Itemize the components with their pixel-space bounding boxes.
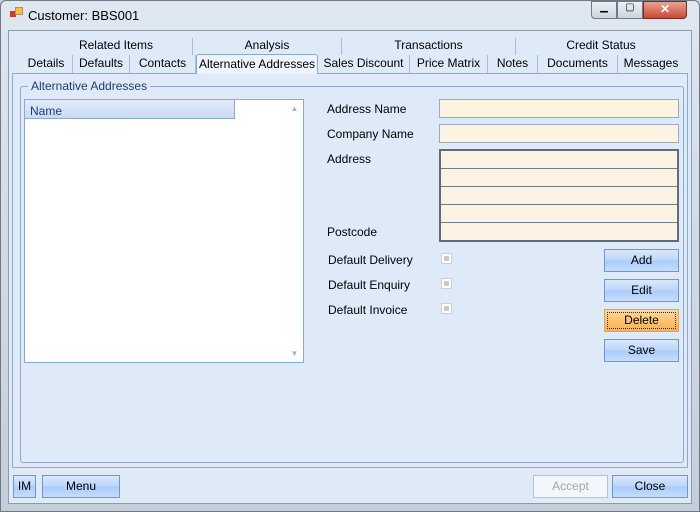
- window-title: Customer: BBS001: [28, 8, 140, 23]
- tab-transactions[interactable]: Transactions: [342, 38, 516, 55]
- delete-button[interactable]: Delete: [604, 309, 679, 332]
- tab-messages[interactable]: Messages: [618, 55, 684, 73]
- tab-price-matrix[interactable]: Price Matrix: [410, 55, 488, 73]
- accept-button[interactable]: Accept: [533, 475, 608, 498]
- default-enquiry-checkbox[interactable]: [441, 278, 452, 289]
- address-name-input[interactable]: [439, 99, 679, 118]
- address-name-label: Address Name: [327, 102, 407, 116]
- menu-button[interactable]: Menu: [42, 475, 120, 498]
- minimize-button[interactable]: ▁: [591, 1, 617, 19]
- default-invoice-label: Default Invoice: [328, 303, 408, 317]
- address-input[interactable]: [439, 149, 679, 242]
- default-invoice-checkbox[interactable]: [441, 303, 452, 314]
- close-window-button[interactable]: ✕: [643, 1, 687, 19]
- im-button[interactable]: IM: [13, 475, 36, 498]
- save-button[interactable]: Save: [604, 339, 679, 362]
- edit-button[interactable]: Edit: [604, 279, 679, 302]
- default-enquiry-label: Default Enquiry: [328, 278, 411, 292]
- close-button[interactable]: Close: [612, 475, 688, 498]
- tab-defaults[interactable]: Defaults: [73, 55, 130, 73]
- company-name-input[interactable]: [439, 124, 679, 143]
- scrollbar[interactable]: ▲ ▼: [286, 100, 303, 362]
- addresses-list[interactable]: Name ▲ ▼: [24, 99, 304, 363]
- group-title: Alternative Addresses: [28, 79, 151, 93]
- default-delivery-label: Default Delivery: [328, 253, 413, 267]
- tab-documents[interactable]: Documents: [538, 55, 618, 73]
- tab-analysis[interactable]: Analysis: [193, 38, 342, 55]
- tab-related-items[interactable]: Related Items: [40, 38, 193, 55]
- tab-sales-discount[interactable]: Sales Discount: [318, 55, 410, 73]
- scroll-down-icon[interactable]: ▼: [286, 349, 303, 358]
- maximize-button[interactable]: ▢: [617, 1, 643, 19]
- company-name-label: Company Name: [327, 127, 414, 141]
- add-button[interactable]: Add: [604, 249, 679, 272]
- scroll-up-icon[interactable]: ▲: [286, 104, 303, 113]
- tab-contacts[interactable]: Contacts: [130, 55, 196, 73]
- app-icon-part: [15, 7, 23, 15]
- tab-credit-status[interactable]: Credit Status: [516, 38, 686, 55]
- column-header-name[interactable]: Name: [25, 100, 235, 119]
- default-delivery-checkbox[interactable]: [441, 253, 452, 264]
- tab-notes[interactable]: Notes: [488, 55, 538, 73]
- address-label: Address: [327, 152, 372, 166]
- tab-alternative-addresses[interactable]: Alternative Addresses: [196, 54, 318, 74]
- postcode-label: Postcode: [327, 225, 378, 239]
- tab-details[interactable]: Details: [20, 55, 73, 73]
